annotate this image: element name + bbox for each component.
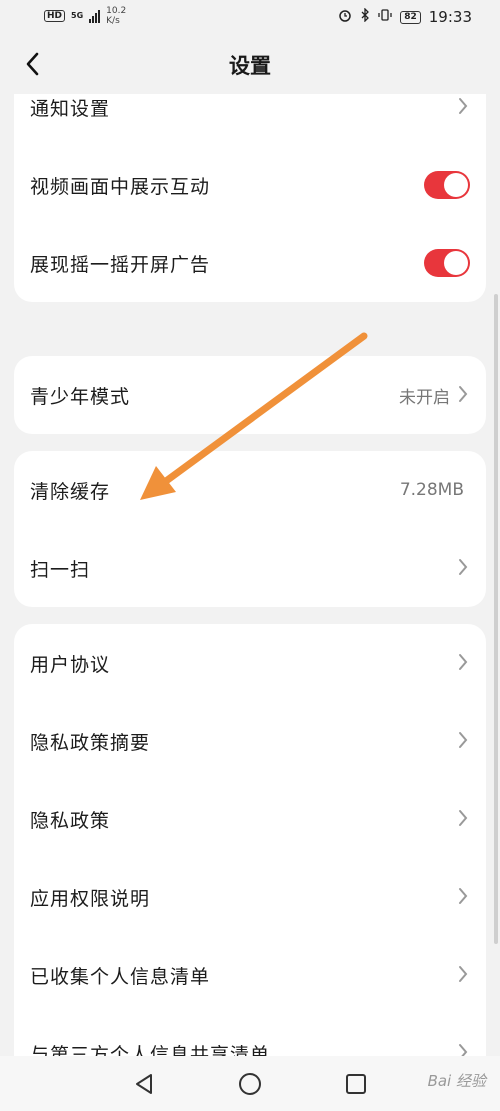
app-permissions-item[interactable]: 应用权限说明 [14,858,486,936]
chevron-right-icon [459,386,468,402]
item-label: 扫一扫 [30,558,91,581]
item-label: 青少年模式 [30,385,131,408]
settings-card-legal: 用户协议 隐私政策摘要 隐私政策 应用权限说明 已收集个人信息清单 与第三方个人… [14,624,486,1056]
video-interaction-item: 视频画面中展示互动 [14,146,486,224]
privacy-policy-item[interactable]: 隐私政策 [14,780,486,858]
clock: 19:33 [428,8,472,26]
signal-icon [89,9,101,23]
settings-card-general: 通知设置 视频画面中展示互动 展现摇一摇开屏广告 [14,94,486,302]
cache-size: 7.28MB [399,480,464,500]
vibrate-icon [378,8,392,26]
item-label: 隐私政策摘要 [30,731,151,754]
shake-ad-item: 展现摇一摇开屏广告 [14,224,486,302]
shake-ad-toggle[interactable] [424,249,470,277]
settings-list[interactable]: 通知设置 视频画面中展示互动 展现摇一摇开屏广告 青少年模式 未开启 清除缓存 … [0,94,500,1056]
privacy-summary-item[interactable]: 隐私政策摘要 [14,702,486,780]
chevron-right-icon [459,888,468,904]
nav-back-button[interactable] [130,1070,158,1098]
battery-icon: 82 [400,10,421,24]
item-label: 已收集个人信息清单 [30,965,211,988]
settings-card-youth: 青少年模式 未开启 [14,356,486,434]
nav-recents-button[interactable] [342,1070,370,1098]
speed-unit: K/s [106,16,120,26]
item-label: 通知设置 [30,97,111,120]
item-label: 隐私政策 [30,809,111,832]
alarm-icon [338,8,352,26]
status-bar: HD 5G 10.2 K/s 82 19:33 [0,0,500,36]
chevron-right-icon [459,966,468,982]
clear-cache-item[interactable]: 清除缓存 7.28MB [14,451,486,529]
hd-badge: HD [44,10,66,22]
chevron-right-icon [459,732,468,748]
chevron-right-icon [459,559,468,575]
video-interaction-toggle[interactable] [424,171,470,199]
chevron-right-icon [459,98,468,114]
toggle-knob [444,173,468,197]
item-label: 清除缓存 [30,480,111,503]
page-title: 设置 [229,54,271,78]
scan-item[interactable]: 扫一扫 [14,529,486,607]
bluetooth-icon [360,7,370,26]
system-nav-bar: Bai 经验 [0,1056,500,1111]
item-label: 应用权限说明 [30,887,151,910]
toggle-knob [444,251,468,275]
notification-settings-item[interactable]: 通知设置 [14,94,486,146]
item-label: 用户协议 [30,653,111,676]
item-label: 与第三方个人信息共享清单 [30,1043,271,1057]
circle-home-icon [239,1073,261,1095]
chevron-right-icon [459,810,468,826]
item-label: 视频画面中展示互动 [30,175,211,198]
settings-card-tools: 清除缓存 7.28MB 扫一扫 [14,451,486,607]
nav-home-button[interactable] [236,1070,264,1098]
youth-mode-item[interactable]: 青少年模式 未开启 [14,356,486,434]
network-type: 5G [71,11,84,20]
item-label: 展现摇一摇开屏广告 [30,253,211,276]
collected-info-list-item[interactable]: 已收集个人信息清单 [14,936,486,1014]
speed-value: 10.2 [106,6,127,16]
square-recents-icon [346,1074,366,1094]
network-speed: 10.2 K/s [106,6,126,26]
youth-mode-status: 未开启 [399,387,450,408]
scrollbar[interactable] [494,294,498,944]
user-agreement-item[interactable]: 用户协议 [14,624,486,702]
header: 设置 [0,36,500,94]
chevron-right-icon [459,1044,468,1056]
chevron-right-icon [459,654,468,670]
triangle-back-icon [136,1074,152,1094]
watermark: Bai 经验 [427,1072,486,1090]
third-party-sharing-item[interactable]: 与第三方个人信息共享清单 [14,1014,486,1056]
